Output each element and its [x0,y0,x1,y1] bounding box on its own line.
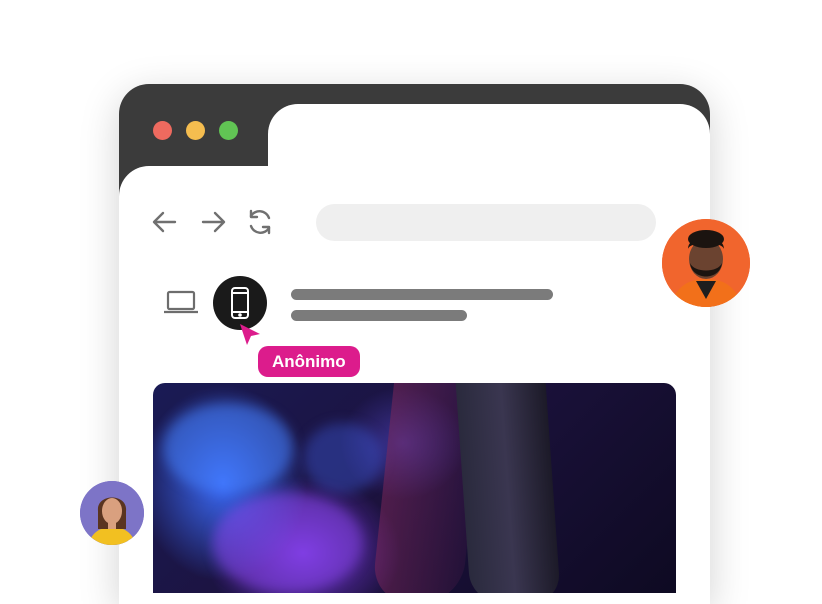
reload-icon[interactable] [245,207,275,237]
avatar [662,219,750,307]
arrow-right-icon[interactable] [198,207,228,237]
anonymous-user-tag: Anônimo [258,346,360,377]
arrow-left-icon[interactable] [150,207,180,237]
browser-toolbar [119,187,710,257]
window-controls [153,121,238,140]
photo-leg-right [454,383,562,593]
placeholder-line [291,310,467,321]
cursor-arrow-icon [238,322,264,348]
address-bar[interactable] [316,204,656,241]
laptop-icon[interactable] [162,287,200,317]
device-switcher [119,269,710,339]
maximize-window-button[interactable] [219,121,238,140]
placeholder-line [291,289,553,300]
hero-image [153,383,676,593]
close-window-button[interactable] [153,121,172,140]
avatar [80,481,144,545]
minimize-window-button[interactable] [186,121,205,140]
